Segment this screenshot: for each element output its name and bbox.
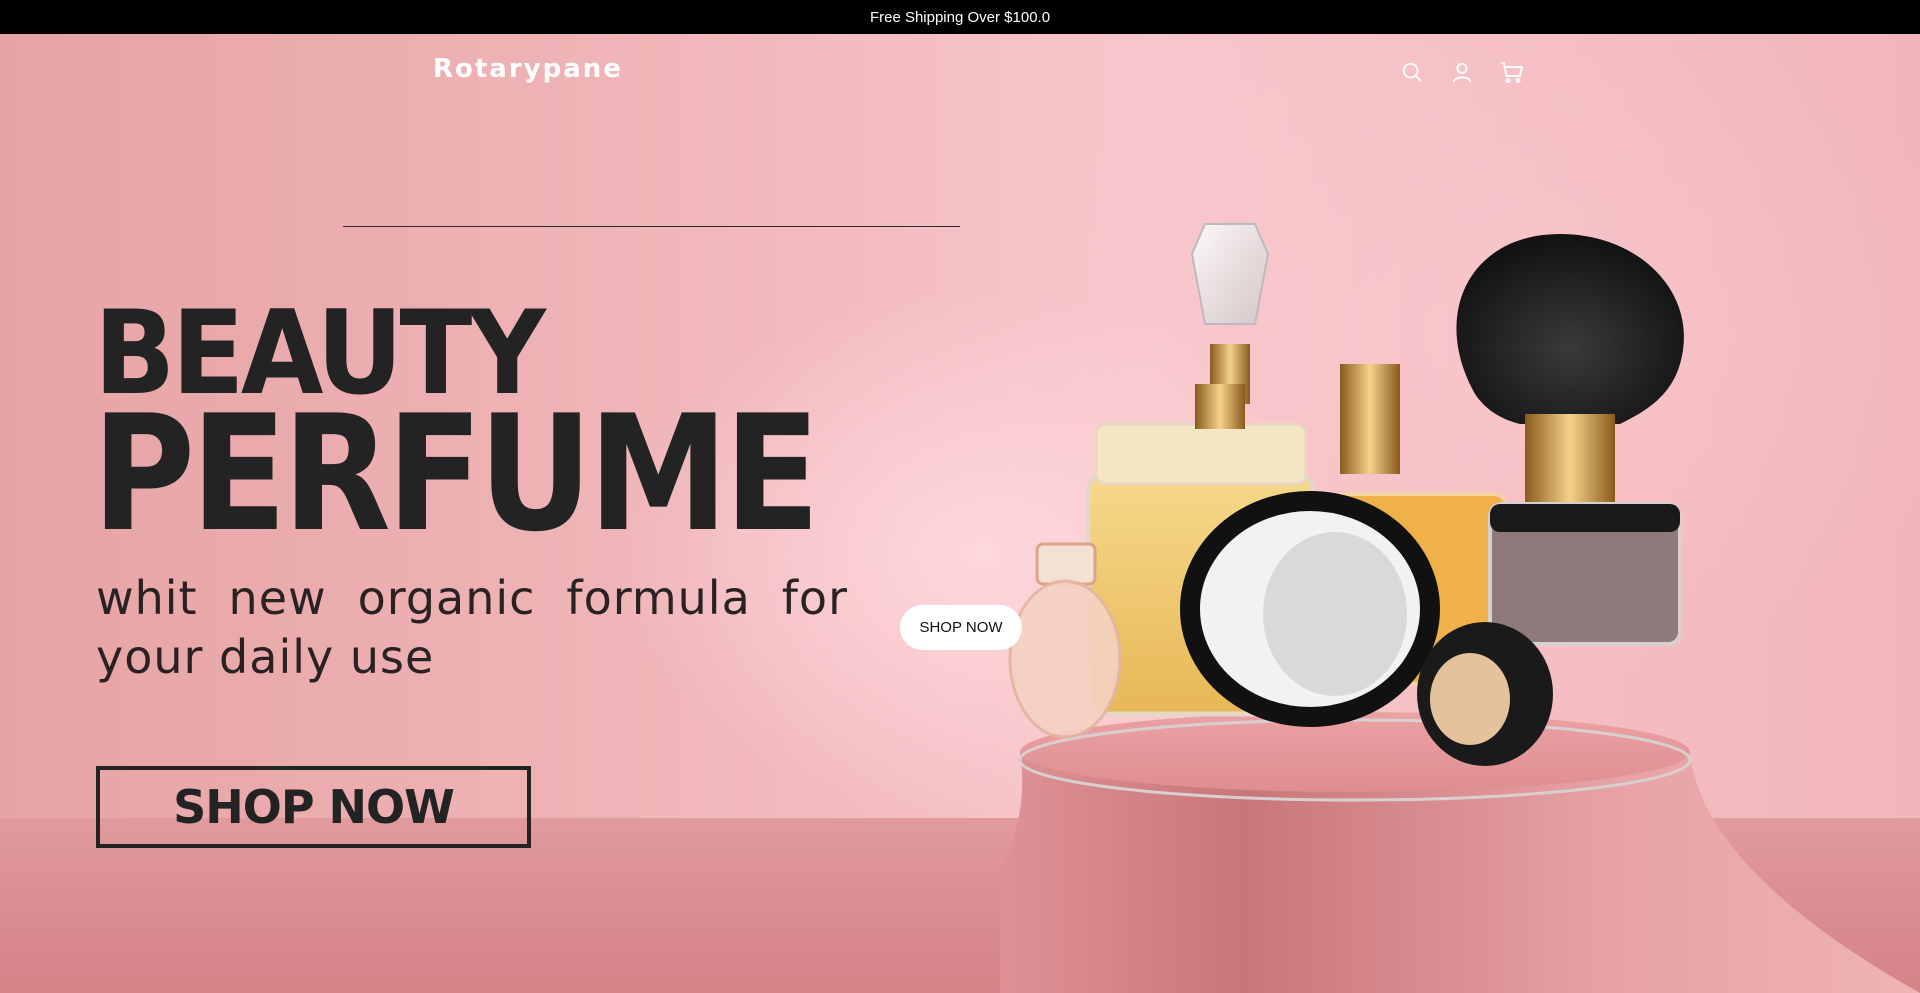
header-actions [1400,60,1524,84]
account-icon[interactable] [1450,60,1474,84]
announcement-bar: Free Shipping Over $100.0 [0,0,1920,34]
cart-icon[interactable] [1500,60,1524,84]
decorative-line [343,226,960,227]
search-icon[interactable] [1400,60,1424,84]
product-illustration [1000,223,1920,993]
brand-logo[interactable]: Rotarypane [433,54,623,84]
hero-headline-perfume: PERFUME [92,380,820,567]
announcement-text: Free Shipping Over $100.0 [869,8,1051,26]
shop-now-primary-button[interactable]: SHOP NOW [96,766,531,848]
shop-now-secondary-button[interactable]: SHOP NOW [900,605,1022,650]
hero-subtitle: whit new organic formula for your daily … [96,571,848,684]
hero-banner: Rotarypane BEAUTY PERFUME whit new organ… [0,34,1920,993]
